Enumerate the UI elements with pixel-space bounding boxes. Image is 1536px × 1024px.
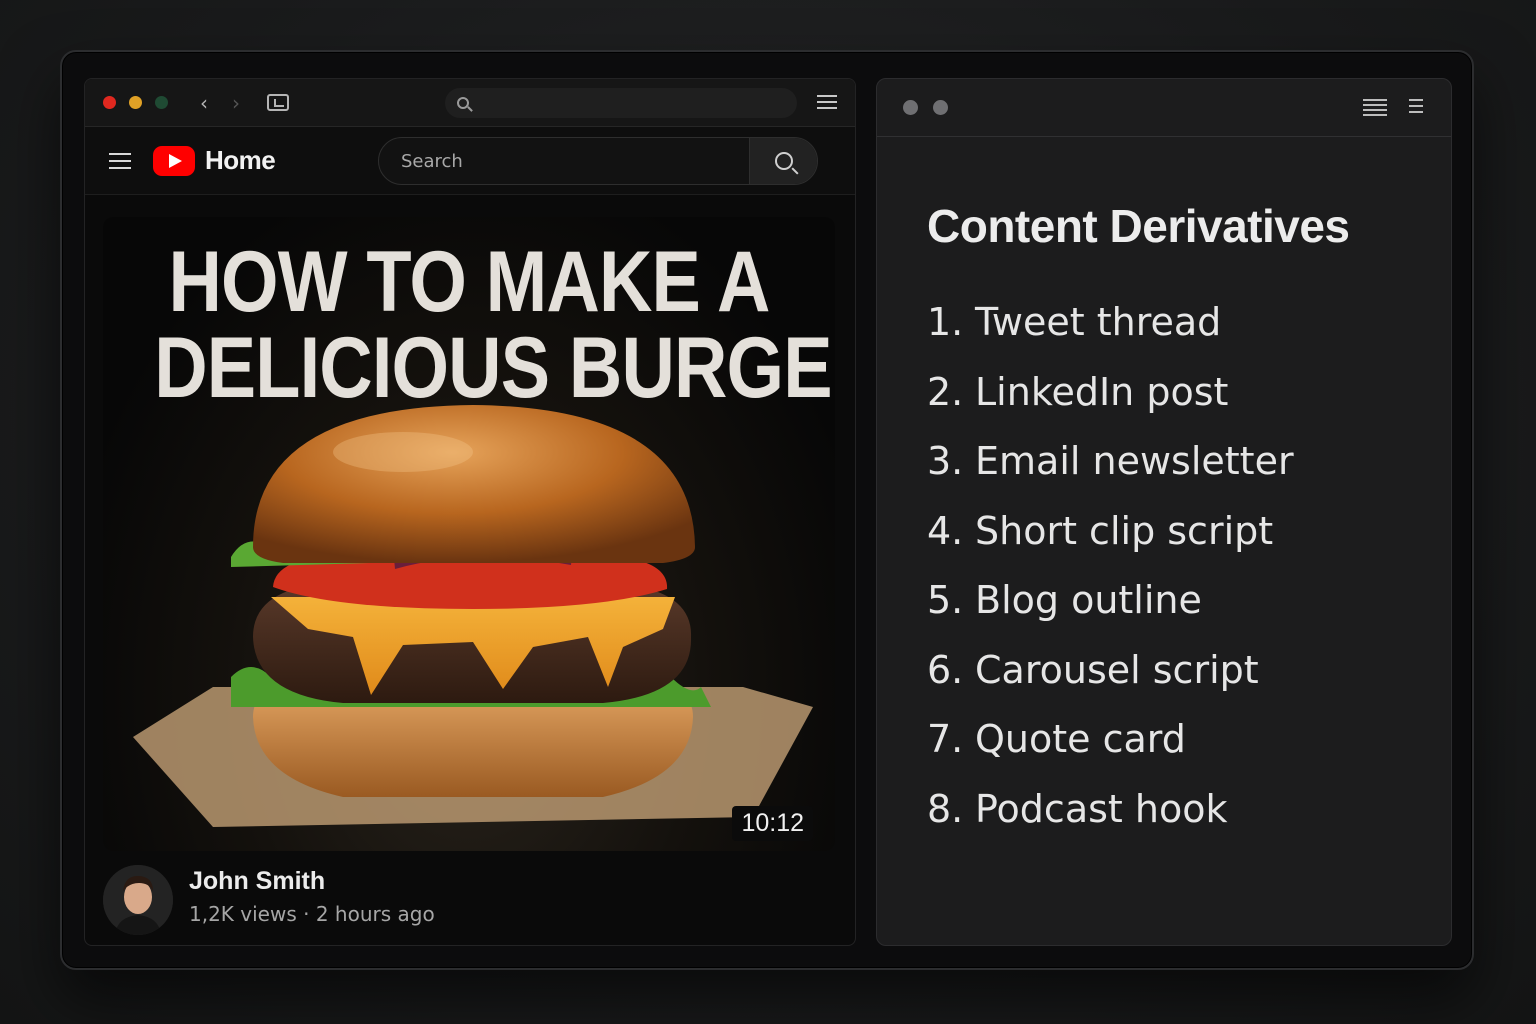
video-stats: 1,2K views · 2 hours ago [189, 902, 435, 926]
address-search-icon [457, 97, 469, 109]
browser-window-youtube: ‹ › Home Search HOW TO MAKE A DELICIOUS … [84, 78, 856, 946]
search-input[interactable] [379, 138, 749, 184]
content-heading: Content Derivatives [927, 200, 1350, 252]
list-item[interactable]: 8. Podcast hook [927, 784, 1294, 854]
menu-lines-icon[interactable] [1363, 99, 1387, 116]
channel-avatar[interactable] [103, 865, 173, 935]
list-item[interactable]: 3. Email newsletter [927, 436, 1294, 506]
list-item[interactable]: 5. Blog outline [927, 575, 1294, 645]
avatar-portrait [103, 865, 173, 935]
video-thumbnail[interactable]: HOW TO MAKE A DELICIOUS BURGER 10:12 [103, 217, 835, 851]
search-button[interactable] [749, 138, 817, 184]
forward-chevron-icon[interactable]: › [227, 93, 245, 113]
notes-titlebar [877, 79, 1451, 137]
tab-overview-icon[interactable] [267, 94, 289, 111]
address-bar[interactable] [445, 88, 797, 118]
thumbnail-title-line-2: DELICIOUS BURGER [154, 320, 835, 416]
back-chevron-icon[interactable]: ‹ [195, 93, 213, 113]
maximize-window-button[interactable] [155, 96, 168, 109]
minimize-window-button[interactable] [129, 96, 142, 109]
browser-menu-icon[interactable] [817, 95, 837, 109]
list-item[interactable]: 1. Tweet thread [927, 297, 1294, 367]
list-item[interactable]: 4. Short clip script [927, 506, 1294, 576]
thumbnail-title-line-1: HOW TO MAKE A [168, 234, 770, 330]
list-icon[interactable] [1409, 99, 1423, 117]
minimize-window-button[interactable] [933, 100, 948, 115]
video-meta-text: John Smith 1,2K views · 2 hours ago [189, 867, 435, 926]
video-meta: John Smith 1,2K views · 2 hours ago [103, 865, 435, 935]
page-label-home[interactable]: Home [205, 145, 276, 176]
device-frame: ‹ › Home Search HOW TO MAKE A DELICIOUS … [60, 50, 1474, 970]
search-icon [774, 152, 793, 170]
list-item[interactable]: 7. Quote card [927, 714, 1294, 784]
list-item[interactable]: 6. Carousel script [927, 645, 1294, 715]
list-item[interactable]: 2. LinkedIn post [927, 367, 1294, 437]
browser-titlebar: ‹ › [85, 79, 855, 127]
derivatives-list: 1. Tweet thread 2. LinkedIn post 3. Email n… [927, 297, 1294, 853]
youtube-logo-icon[interactable] [153, 145, 195, 176]
channel-name[interactable]: John Smith [189, 867, 435, 896]
youtube-search-box [378, 137, 818, 185]
notes-window: Content Derivatives 1. Tweet thread 2. Lin… [876, 78, 1452, 946]
youtube-header: Home [85, 127, 855, 195]
video-duration-badge: 10:12 [732, 806, 813, 841]
close-window-button[interactable] [103, 96, 116, 109]
hamburger-menu-icon[interactable] [109, 152, 131, 169]
notes-toolbar [1363, 99, 1423, 117]
close-window-button[interactable] [903, 100, 918, 115]
thumbnail-title: HOW TO MAKE A DELICIOUS BURGER [154, 234, 835, 416]
